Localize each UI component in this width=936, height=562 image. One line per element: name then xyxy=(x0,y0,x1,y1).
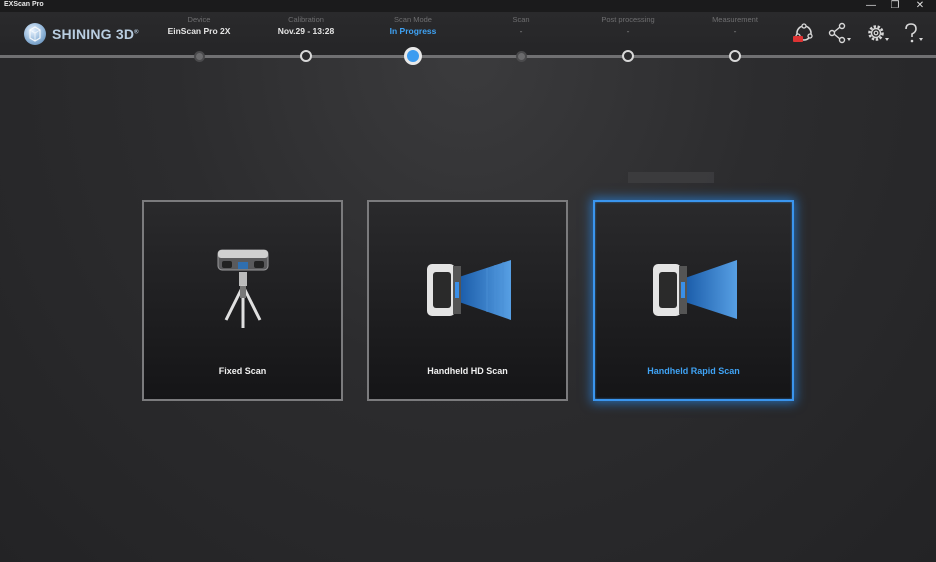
step-scan-mode[interactable]: Scan Mode In Progress xyxy=(358,15,468,36)
step-value: - xyxy=(519,26,523,36)
minimize-button[interactable]: — xyxy=(864,1,878,12)
step-label: Device xyxy=(187,15,211,24)
step-measurement[interactable]: Measurement - xyxy=(680,15,790,36)
step-dot-device[interactable] xyxy=(193,50,205,62)
app-header: SHINING 3D® Device EinScan Pro 2X Calibr… xyxy=(0,12,936,58)
step-value: Nov.29 - 13:28 xyxy=(277,26,335,36)
card-label: Handheld HD Scan xyxy=(427,366,508,376)
step-label: Calibration xyxy=(288,15,324,24)
step-value: - xyxy=(626,26,630,36)
close-button[interactable]: ✕ xyxy=(913,1,927,12)
step-label: Measurement xyxy=(712,15,758,24)
step-dot-measurement[interactable] xyxy=(729,50,741,62)
step-value: EinScan Pro 2X xyxy=(167,26,231,36)
step-label: Post processing xyxy=(601,15,655,24)
restore-button[interactable]: ❐ xyxy=(888,1,902,12)
share-icon[interactable] xyxy=(826,22,852,44)
step-label: Scan Mode xyxy=(394,15,432,24)
window-title: EXScan Pro xyxy=(4,1,44,8)
window-title-bar: EXScan Pro — ❐ ✕ xyxy=(0,0,936,12)
handheld-hd-scan-card[interactable]: Handheld HD Scan xyxy=(367,200,568,401)
step-value: In Progress xyxy=(389,26,437,36)
step-calibration[interactable]: Calibration Nov.29 - 13:28 xyxy=(251,15,361,36)
step-post-processing[interactable]: Post processing - xyxy=(573,15,683,36)
settings-gear-icon[interactable] xyxy=(864,22,890,44)
remote-service-icon[interactable] xyxy=(790,22,816,44)
help-icon[interactable] xyxy=(900,22,926,44)
step-label: Scan xyxy=(512,15,530,24)
card-label: Fixed Scan xyxy=(218,366,267,376)
step-value: - xyxy=(733,26,737,36)
step-dot-scan[interactable] xyxy=(515,50,527,62)
step-dot-post-processing[interactable] xyxy=(622,50,634,62)
workflow-progress-line xyxy=(0,55,936,58)
step-scan[interactable]: Scan - xyxy=(466,15,576,36)
fixed-scan-card[interactable]: Fixed Scan xyxy=(142,200,343,401)
step-dot-scan-mode[interactable] xyxy=(404,47,422,65)
step-device[interactable]: Device EinScan Pro 2X xyxy=(144,15,254,36)
tooltip-placeholder xyxy=(628,172,714,183)
card-label: Handheld Rapid Scan xyxy=(647,366,740,376)
handheld-rapid-scan-card[interactable]: Handheld Rapid Scan xyxy=(593,200,794,401)
step-dot-calibration[interactable] xyxy=(300,50,312,62)
